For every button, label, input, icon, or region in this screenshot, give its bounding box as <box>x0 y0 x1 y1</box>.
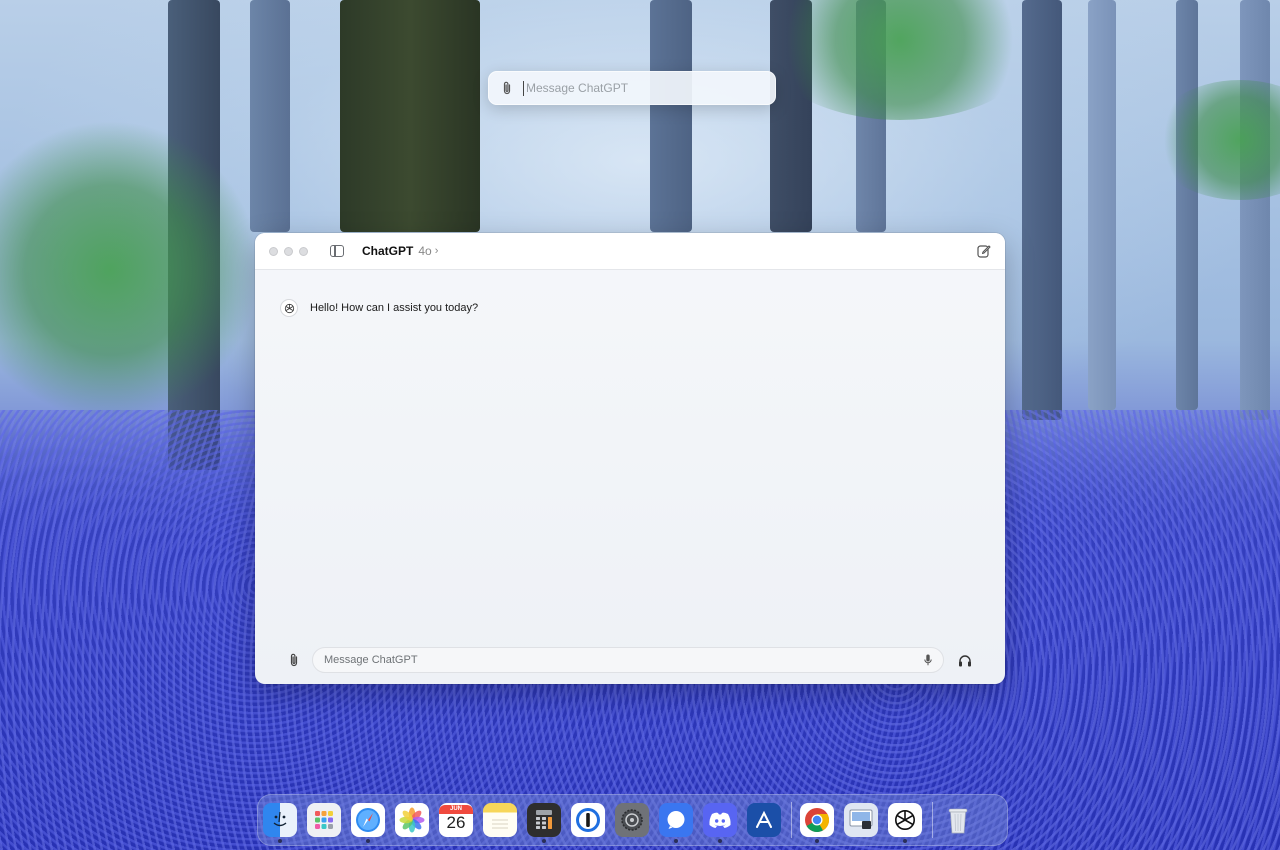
preview-icon[interactable] <box>844 803 878 837</box>
1password-icon[interactable] <box>571 803 605 837</box>
window-controls <box>269 246 308 256</box>
tree-trunk <box>1088 0 1116 410</box>
running-indicator <box>366 839 370 843</box>
dock-separator <box>791 802 792 838</box>
signal-icon[interactable] <box>659 803 693 843</box>
running-indicator <box>718 839 722 843</box>
app-title: ChatGPT <box>362 244 414 258</box>
message-input-placeholder: Message ChatGPT <box>324 654 418 666</box>
running-indicator <box>815 839 819 843</box>
sidebar-toggle-icon[interactable] <box>330 245 344 257</box>
headphones-icon[interactable] <box>957 653 973 667</box>
quick-launcher[interactable]: Message ChatGPT <box>488 71 776 105</box>
running-indicator <box>278 839 282 843</box>
finder-icon[interactable] <box>263 803 297 843</box>
system-settings-icon[interactable] <box>615 803 649 837</box>
notes-icon[interactable] <box>483 803 517 837</box>
running-indicator <box>903 839 907 843</box>
calendar-icon[interactable]: JUN 26 <box>439 803 473 837</box>
model-selector[interactable]: 4o › <box>418 244 438 258</box>
calculator-icon[interactable] <box>527 803 561 843</box>
calendar-day: 26 <box>446 813 466 832</box>
new-chat-icon[interactable] <box>977 244 991 258</box>
chrome-icon[interactable] <box>800 803 834 843</box>
trash-icon[interactable] <box>941 803 975 837</box>
title-bar: ChatGPT 4o › <box>255 233 1005 270</box>
paperclip-icon[interactable] <box>500 80 514 96</box>
chatgpt-window: ChatGPT 4o › Hello! How can I assist you… <box>255 233 1005 684</box>
tree-trunk <box>1176 0 1198 410</box>
safari-icon[interactable] <box>351 803 385 843</box>
model-name: 4o <box>418 244 432 258</box>
text-caret <box>523 80 524 96</box>
launchpad-icon[interactable] <box>307 803 341 837</box>
assistant-message: Hello! How can I assist you today? <box>280 299 478 317</box>
photos-icon[interactable] <box>395 803 429 837</box>
tree-trunk <box>250 0 290 232</box>
running-indicator <box>674 839 678 843</box>
running-indicator <box>542 839 546 843</box>
chatgpt-app-icon[interactable] <box>888 803 922 843</box>
discord-icon[interactable] <box>703 803 737 843</box>
tree-trunk <box>340 0 480 232</box>
zoom-button[interactable] <box>299 246 308 256</box>
tree-trunk <box>650 0 692 232</box>
app-store-connect-icon[interactable] <box>747 803 781 837</box>
message-input[interactable]: Message ChatGPT <box>312 647 944 673</box>
minimize-button[interactable] <box>284 246 293 256</box>
chevron-right-icon: › <box>434 245 439 257</box>
paperclip-icon[interactable] <box>287 652 301 668</box>
message-text: Hello! How can I assist you today? <box>310 302 479 314</box>
close-button[interactable] <box>269 246 278 256</box>
chatgpt-logo-icon <box>280 299 298 317</box>
tree-trunk <box>1240 0 1270 420</box>
launcher-input[interactable]: Message ChatGPT <box>526 81 628 95</box>
dock: JUN 26 <box>257 794 1008 846</box>
microphone-icon[interactable] <box>922 653 934 667</box>
composer-row: Message ChatGPT <box>255 646 1005 674</box>
dock-separator <box>932 802 933 838</box>
